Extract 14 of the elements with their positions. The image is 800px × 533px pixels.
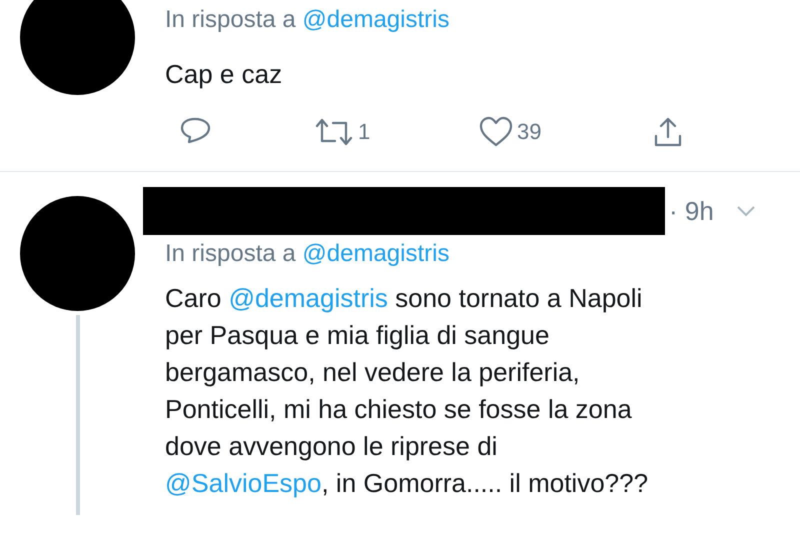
tweet-text: Cap e caz xyxy=(165,58,284,91)
reply-context: In risposta a @demagistris xyxy=(165,6,450,34)
like-count: 39 xyxy=(517,119,542,145)
tweet-text: Caro @demagistris sono tornato a Napoli per Pasqua e mia figlia di sangue bergamasco, nel vedere la periferia, Ponticelli, mi ha chiesto se fosse la zona dove avvengono le riprese di @SalvioEspo, in Gomorra..... il motivo??? xyxy=(165,282,650,500)
retweet-icon xyxy=(314,117,354,147)
mention-link[interactable]: @demagistris xyxy=(228,283,388,313)
mention-link[interactable]: @demagistris xyxy=(302,240,450,267)
tweet-time: · 9h xyxy=(669,196,714,226)
mention-link[interactable]: @SalvioEspo xyxy=(165,468,322,498)
heart-icon xyxy=(479,116,513,148)
retweet-count: 1 xyxy=(358,119,370,145)
mention-link[interactable]: @demagistris xyxy=(302,6,450,33)
share-icon xyxy=(654,116,682,148)
reply-context: In risposta a @demagistris xyxy=(165,240,450,268)
